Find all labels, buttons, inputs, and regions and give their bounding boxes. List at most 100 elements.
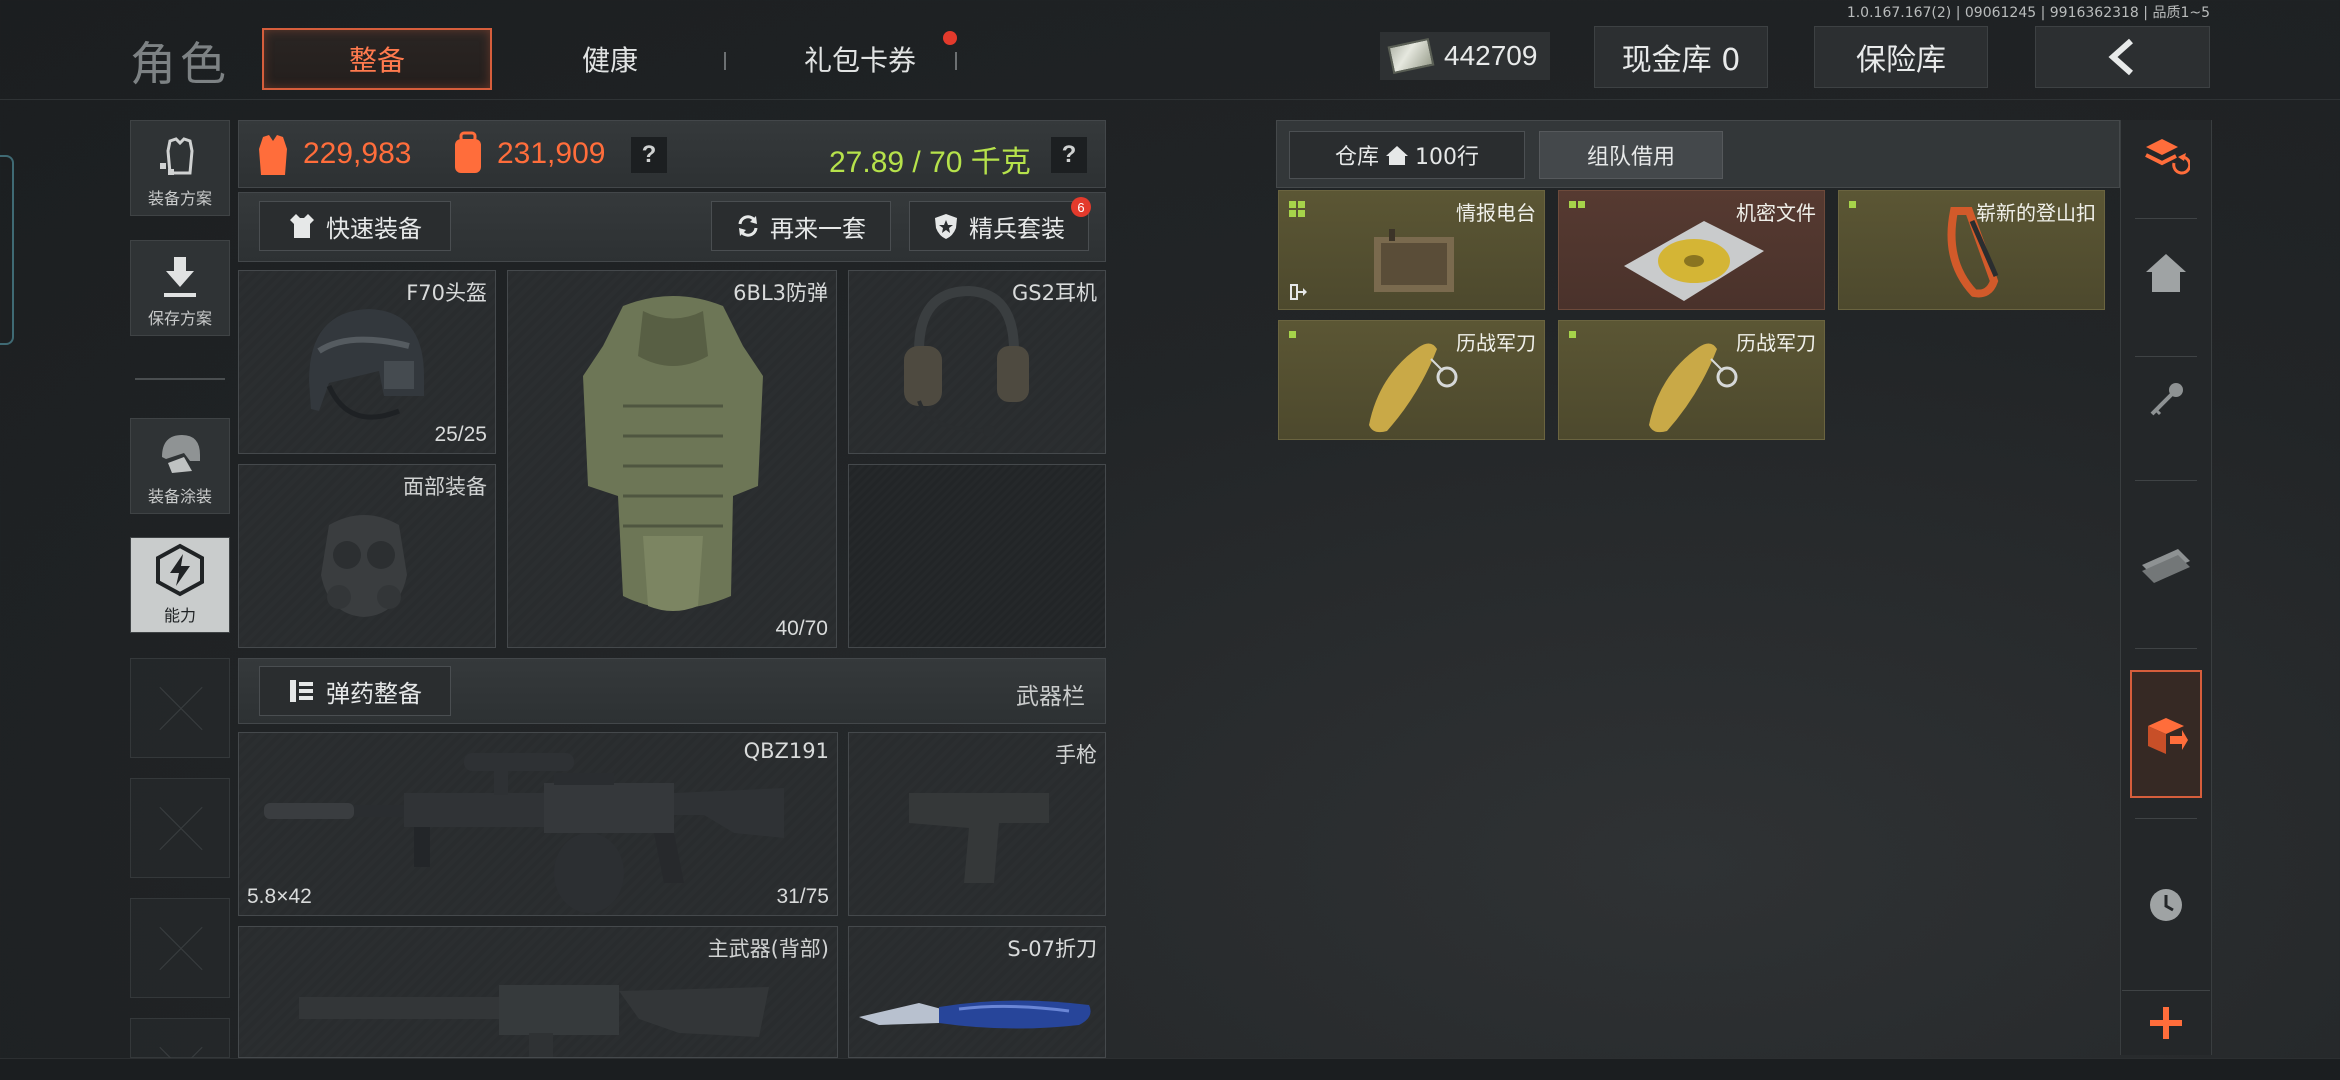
weapons-bar: 弹药整备 武器栏 (238, 658, 1106, 724)
elite-set-badge: 6 (1071, 197, 1091, 217)
item-name: 崭新的登山扣 (1976, 201, 2096, 225)
tab-warehouse[interactable]: 仓库 100行 (1289, 131, 1525, 179)
save-plan-label: 保存方案 (147, 309, 212, 328)
army-knife-icon (1369, 343, 1458, 433)
helmet-paint-icon (162, 435, 200, 473)
save-plan-button[interactable]: 保存方案 (130, 240, 230, 336)
warehouse-item[interactable]: 历战军刀 (1558, 320, 1825, 440)
safe-box-label: 保险库 (1856, 43, 1946, 78)
primary-weapon-caliber: 5.8×42 (247, 885, 312, 908)
notification-dot (943, 31, 957, 45)
tab-equip-label: 整备 (348, 44, 405, 77)
tab-equip[interactable]: 整备 (262, 28, 492, 90)
tab-divider (724, 52, 726, 70)
ability-button[interactable]: 能力 (130, 537, 230, 633)
pistol-slot-name: 手枪 (1055, 743, 1097, 767)
empty-slot (130, 778, 230, 878)
sidebar-add-button[interactable] (2122, 990, 2210, 1055)
warehouse-tab-label: 仓库 (1334, 145, 1379, 170)
home-icon (1386, 146, 1408, 165)
item-name: 情报电台 (1456, 201, 1536, 225)
ability-hexagon-icon (156, 543, 204, 597)
exit-icon (1290, 284, 1307, 300)
menu-divider (135, 378, 225, 380)
empty-slot (130, 658, 230, 758)
backpack-value-icon (455, 131, 481, 173)
ability-label: 能力 (163, 606, 196, 625)
primary-weapon-ammo: 31/75 (776, 885, 829, 908)
tab-gift-label: 礼包卡券 (803, 44, 916, 77)
armor-plan-icon (160, 137, 194, 175)
armor-slot[interactable]: 6BL3防弹 40/70 (507, 270, 837, 648)
helmet-slot[interactable]: F70头盔 25/25 (238, 270, 496, 454)
knife-name: S-07折刀 (1007, 937, 1097, 961)
face-slot-name: 面部装备 (403, 475, 487, 499)
safe-box-button[interactable]: 保险库 (1814, 26, 1988, 88)
sidebar-deposit-button[interactable] (2130, 670, 2202, 798)
back-button[interactable] (2035, 26, 2210, 88)
armor-durability: 40/70 (775, 617, 828, 640)
back-weapon-slot[interactable]: 主武器(背部) (238, 926, 838, 1058)
page-title: 角色 (130, 37, 230, 91)
plus-icon (2150, 1007, 2182, 1039)
value-help-button[interactable]: ? (631, 137, 667, 173)
army-knife-icon (1649, 343, 1738, 433)
equipment-plan-label: 装备方案 (147, 189, 212, 208)
pistol-icon (909, 793, 1049, 883)
cash-icon (1387, 37, 1435, 75)
pistol-slot[interactable]: 手枪 (848, 732, 1106, 916)
sidebar-home-button[interactable] (2130, 218, 2202, 328)
headset-slot[interactable]: GS2耳机 (848, 270, 1106, 454)
money-display: 442709 (1380, 32, 1550, 80)
ammo-equip-button[interactable]: 弹药整备 (259, 666, 451, 716)
ammo-equip-label: 弹药整备 (326, 679, 422, 708)
back-weapon-name: 主武器(背部) (707, 937, 829, 961)
warehouse-item[interactable]: 崭新的登山扣 (1838, 190, 2105, 310)
warehouse-item[interactable]: 机密文件 (1558, 190, 1825, 310)
primary-weapon-slot[interactable]: QBZ191 5.8×42 31/75 (238, 732, 838, 916)
quick-equip-button[interactable]: 快速装备 (259, 201, 451, 251)
rifle-silhouette-icon (299, 985, 769, 1057)
elite-set-button[interactable]: 精兵套装 (909, 201, 1089, 251)
face-slot[interactable]: 面部装备 (238, 464, 496, 648)
body-armor-icon (583, 296, 763, 611)
key-icon (2150, 383, 2183, 416)
folding-knife-icon (859, 1000, 1091, 1029)
sidebar-key-button[interactable] (2130, 345, 2202, 455)
weight-help-button[interactable]: ? (1051, 137, 1087, 173)
radio-station-icon (1374, 229, 1454, 292)
sidebar-cash-button[interactable] (2130, 508, 2202, 618)
warehouse-header: 仓库 100行 组队借用 (1276, 120, 2120, 188)
helmet-durability: 25/25 (434, 423, 487, 446)
knife-slot[interactable]: S-07折刀 (848, 926, 1106, 1058)
elite-set-label: 精兵套装 (969, 214, 1065, 243)
sidebar-sort-button[interactable] (2130, 100, 2202, 210)
equipment-plan-button[interactable]: 装备方案 (130, 120, 230, 216)
cash-vault-label: 现金库 0 (1621, 43, 1741, 78)
empty-equipment-slot[interactable] (848, 464, 1106, 648)
home-icon (2146, 254, 2186, 292)
sidebar-history-button[interactable] (2130, 850, 2202, 960)
cash-vault-button[interactable]: 现金库 0 (1594, 26, 1768, 88)
equipment-paint-button[interactable]: 装备涂装 (130, 418, 230, 514)
tab-gift-cards[interactable]: 礼包卡券 (760, 28, 960, 90)
shield-star-icon (935, 214, 957, 239)
quick-equip-label: 快速装备 (326, 214, 422, 243)
tab-health[interactable]: 健康 (520, 28, 700, 90)
primary-weapon-name: QBZ191 (743, 739, 829, 763)
value-weight-bar: 229,983 231,909 ? 27.89 / 70 千克 ? (238, 120, 1106, 188)
empty-slot (130, 1018, 230, 1058)
tab-team-borrow[interactable]: 组队借用 (1539, 131, 1723, 179)
armor-name: 6BL3防弹 (733, 281, 828, 305)
download-icon (164, 257, 196, 297)
warehouse-rows: 100行 (1415, 145, 1479, 170)
actions-bar: 快速装备 再来一套 精兵套装 6 (238, 192, 1106, 262)
warehouse-item[interactable]: 情报电台 (1278, 190, 1545, 310)
vest-value-icon (259, 135, 287, 175)
again-set-button[interactable]: 再来一套 (711, 201, 891, 251)
stack-refresh-icon (2145, 139, 2190, 175)
warehouse-item[interactable]: 历战军刀 (1278, 320, 1545, 440)
carried-value: 229,983 (303, 137, 412, 170)
box-download-icon (2148, 718, 2188, 754)
side-drawer-handle[interactable] (0, 155, 14, 345)
